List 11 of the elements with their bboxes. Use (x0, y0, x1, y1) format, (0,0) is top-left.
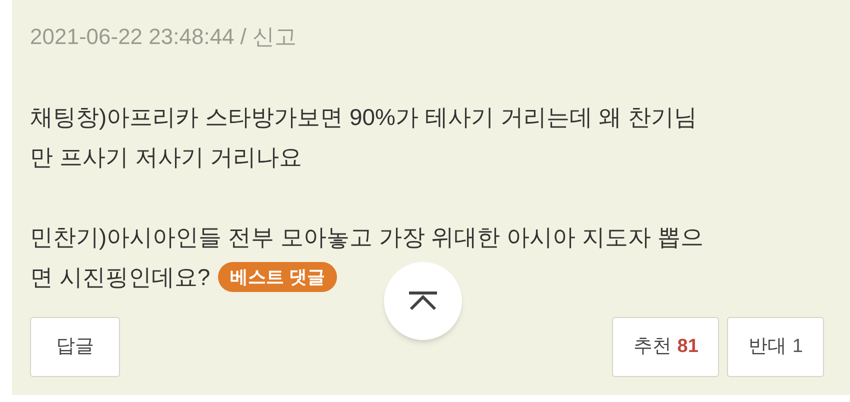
comment-text: 만 프사기 저사기 거리나요 (30, 143, 302, 172)
comment-text: 면 시진핑인데요? (30, 263, 210, 292)
recommend-button[interactable]: 추천 81 (612, 317, 720, 377)
best-comment-badge: 베스트 댓글 (218, 262, 338, 292)
oppose-button[interactable]: 반대 1 (727, 317, 824, 377)
comment-text: 민찬기)아시아인들 전부 모아놓고 가장 위대한 아시아 지도자 뽑으 (30, 223, 704, 252)
comment-text: 채팅창)아프리카 스타방가보면 90%가 테사기 거리는데 왜 찬기님 (30, 103, 698, 132)
separator: / (240, 23, 246, 51)
comment-timestamp: 2021-06-22 23:48:44 (30, 23, 234, 51)
chevron-up-icon (407, 291, 439, 311)
reply-button[interactable]: 답글 (30, 317, 120, 377)
